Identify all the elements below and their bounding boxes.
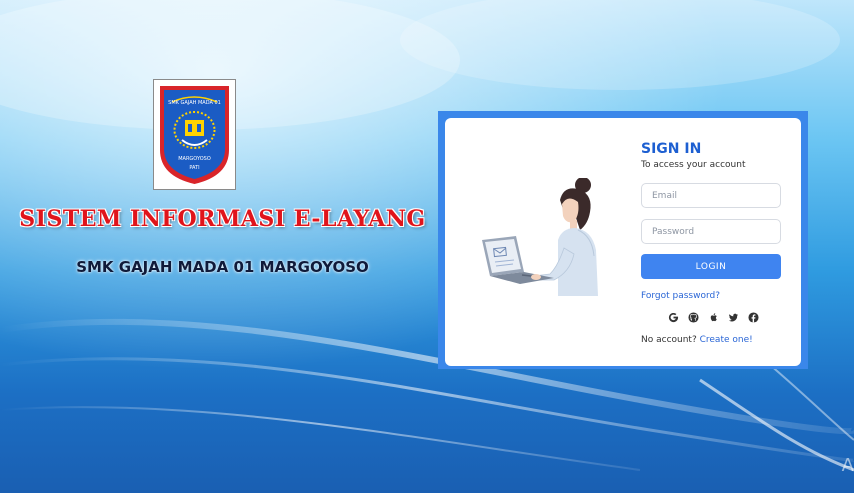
school-name: SMK GAJAH MADA 01 MARGOYOSO [76,258,369,276]
logo-text-bottom: PATI [189,165,199,171]
watermark-text: A [841,455,854,476]
social-login-icons [667,311,759,323]
email-input[interactable] [641,183,781,208]
no-account-text: No account? [641,335,697,345]
apple-icon[interactable] [707,311,719,323]
no-account-row: No account? Create one! [641,335,753,345]
facebook-icon[interactable] [747,311,759,323]
signin-subtitle: To access your account [641,160,746,170]
school-logo: SMK GAJAH MADA 01 MARGOYOSO PATI [153,79,236,190]
signin-title: SIGN IN [641,141,702,157]
login-form: SIGN IN To access your account LOGIN For… [641,140,781,345]
google-icon[interactable] [667,311,679,323]
create-account-link[interactable]: Create one! [700,335,753,345]
app-title: SISTEM INFORMASI E-LAYANG [19,206,426,232]
login-card: SIGN IN To access your account LOGIN For… [445,118,801,366]
twitter-icon[interactable] [727,311,739,323]
forgot-password-link[interactable]: Forgot password? [641,291,720,301]
logo-text-mid: MARGOYOSO [178,156,211,162]
github-icon[interactable] [687,311,699,323]
login-button[interactable]: LOGIN [641,254,781,279]
logo-text-top: SMK GAJAH MADA 01 [168,100,221,106]
login-card-frame: SIGN IN To access your account LOGIN For… [438,111,808,369]
person-laptop-illustration [482,178,598,296]
password-input[interactable] [641,219,781,244]
